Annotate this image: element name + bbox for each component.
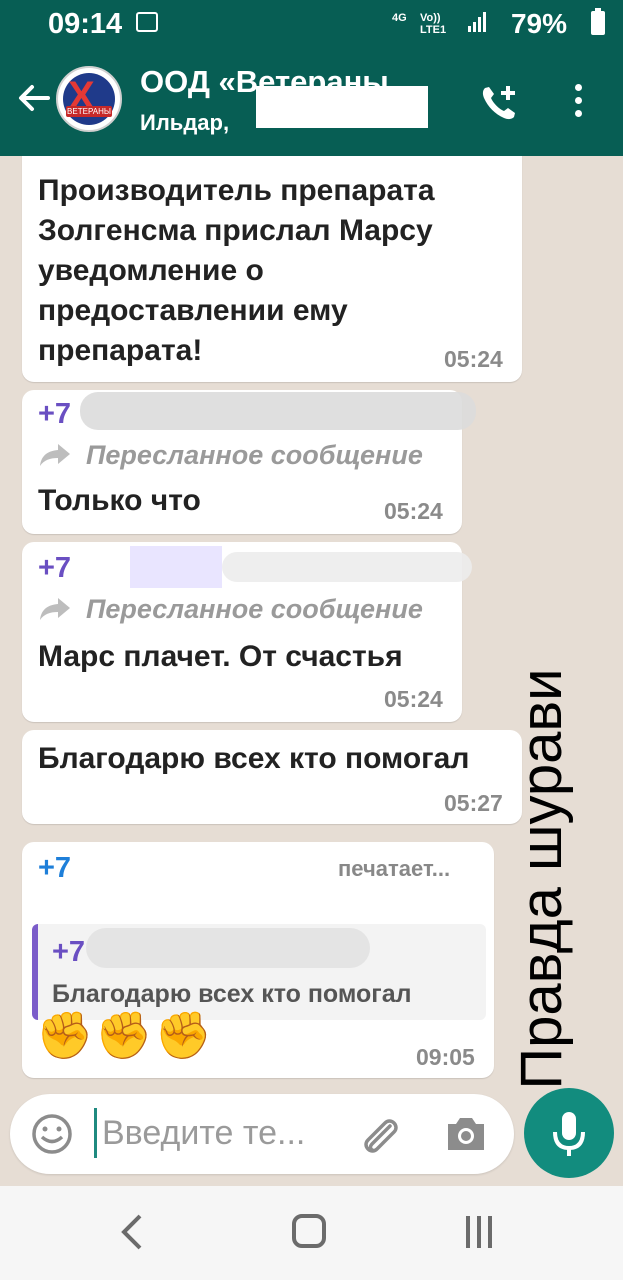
message-time: 05:24 <box>444 346 503 372</box>
camera-icon[interactable] <box>444 1114 488 1154</box>
system-navigation-bar <box>0 1186 623 1280</box>
message-text: Благодарю всех кто помогал <box>38 742 470 775</box>
avatar-label: ВЕТЕРАНЫ <box>66 106 112 117</box>
chat-header: X ВЕТЕРАНЫ ООД «Ветераны... Ильдар, <box>0 46 623 156</box>
sender-phone[interactable]: +7 <box>38 852 71 885</box>
watermark-text: Правда шурави <box>509 668 574 1090</box>
forwarded-label: Пересланное сообщение <box>86 594 423 624</box>
sender-phone[interactable]: +7 <box>38 552 71 585</box>
emoji-message: ✊✊✊ <box>36 1009 214 1061</box>
message-input-bar: Введите те... <box>10 1094 514 1174</box>
message-bubble[interactable]: Производитель препарата Золгенсма присла… <box>22 156 522 382</box>
redaction-blur <box>222 552 472 582</box>
quoted-message[interactable]: +7 Благодарю всех кто помогал <box>32 924 486 1020</box>
redaction-box <box>256 86 428 128</box>
more-options-icon[interactable] <box>572 84 584 122</box>
nav-back-icon[interactable] <box>118 1212 148 1252</box>
redaction-blur <box>130 546 222 588</box>
message-time: 05:24 <box>384 498 443 524</box>
attach-icon[interactable] <box>356 1112 404 1160</box>
network-indicator: 4G Vo)) LTE1 <box>392 12 447 36</box>
battery-percent: 79% <box>510 8 567 39</box>
chat-area[interactable]: Производитель препарата Золгенсма присла… <box>0 156 623 1096</box>
microphone-icon <box>553 1112 585 1156</box>
gallery-notification-icon <box>136 12 158 32</box>
voice-record-button[interactable] <box>524 1088 614 1178</box>
status-time: 09:14 <box>48 8 123 40</box>
message-line: препарата! <box>38 334 203 367</box>
nav-home-icon[interactable] <box>292 1214 326 1248</box>
add-call-icon[interactable] <box>476 80 522 126</box>
sender-phone[interactable]: +7 <box>38 398 71 431</box>
forward-arrow-icon <box>40 444 70 466</box>
battery-icon <box>591 8 605 35</box>
redaction-blur <box>86 928 370 968</box>
message-input[interactable]: Введите те... <box>102 1114 305 1153</box>
group-avatar[interactable]: X ВЕТЕРАНЫ <box>56 66 122 132</box>
nav-recents-icon[interactable] <box>466 1216 502 1248</box>
message-text: Только что <box>38 484 201 517</box>
forwarded-label: Пересланное сообщение <box>86 440 423 470</box>
message-line: предоставлении ему <box>38 294 348 327</box>
message-line: Производитель препарата <box>38 174 435 207</box>
text-caret <box>94 1108 97 1158</box>
forward-arrow-icon <box>40 598 70 620</box>
emoji-icon[interactable] <box>30 1112 74 1156</box>
message-line: Золгенсма прислал Марсу <box>38 214 433 247</box>
status-bar: 09:14 4G Vo)) LTE1 79% <box>0 0 623 46</box>
quote-sender: +7 <box>52 936 86 968</box>
back-arrow-icon[interactable] <box>14 78 54 118</box>
message-line: уведомление о <box>38 254 264 287</box>
quote-text: Благодарю всех кто помогал <box>52 980 412 1008</box>
message-text: Марс плачет. От счастья <box>38 640 403 673</box>
chat-participants[interactable]: Ильдар, <box>140 110 229 136</box>
message-bubble[interactable]: +7 Пересланное сообщение Марс плачет. От… <box>22 542 472 722</box>
message-bubble[interactable]: Благодарю всех кто помогал 05:27 <box>22 730 522 824</box>
message-bubble[interactable]: +7 Пересланное сообщение Только что 05:2… <box>22 390 476 534</box>
message-time: 05:24 <box>384 686 443 712</box>
redaction-blur <box>80 392 476 430</box>
message-time: 09:05 <box>416 1044 475 1070</box>
message-time: 05:27 <box>444 790 503 816</box>
typing-indicator: печатает... <box>338 856 451 881</box>
signal-icon <box>468 12 488 32</box>
